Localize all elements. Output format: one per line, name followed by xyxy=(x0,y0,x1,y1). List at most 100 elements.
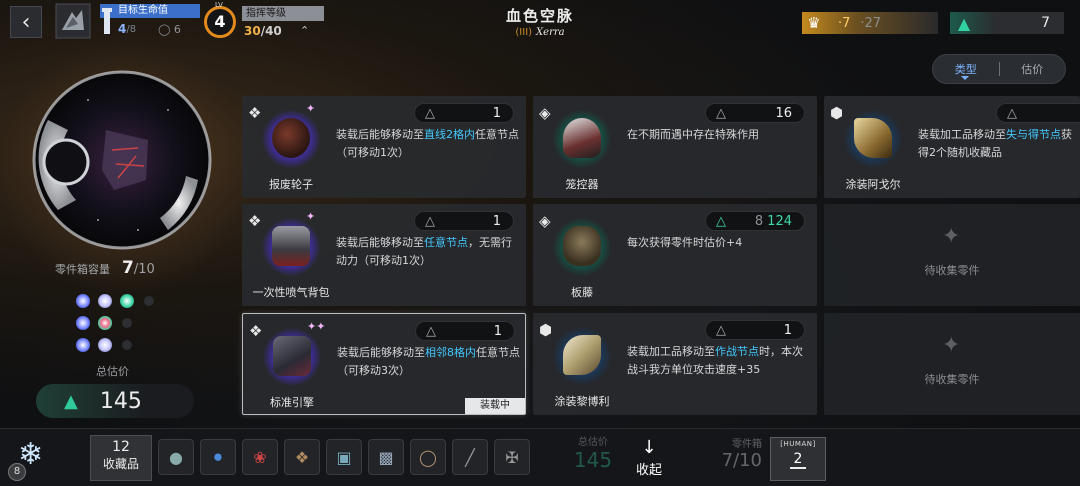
part-description: 装载后能够移动至相邻8格内任意节点（可移动3次） xyxy=(337,346,520,377)
human-count: 2 xyxy=(789,451,807,469)
spark-icon: ✦ xyxy=(306,102,316,115)
collectibles-label: 收藏品 xyxy=(102,457,139,471)
collapse-label: 收起 xyxy=(635,463,662,478)
empty-part-slot: ✦ 待收集零件 xyxy=(824,204,1080,306)
human-tag: [HUMAN] xyxy=(780,440,816,448)
sort-by-type[interactable]: 类型 xyxy=(933,61,999,80)
price-up-icon: △ xyxy=(716,213,726,229)
part-name: 板藤 xyxy=(571,286,593,299)
estimate-box: ▲ 145 xyxy=(36,384,194,418)
part-name: 标准引擎 xyxy=(270,396,314,409)
part-name: 报废轮子 xyxy=(269,178,313,191)
crystal-icon: ❖ xyxy=(249,322,263,340)
sort-by-price[interactable]: 估价 xyxy=(1000,61,1066,77)
price-icon: △ xyxy=(426,323,436,339)
collectible-device-icon[interactable]: ▣ xyxy=(326,439,362,475)
part-card[interactable]: ❖ ✦ 一次性喷气背包 △ 1 装载后能够移动至任意节点，无需行动力（可移动1次） xyxy=(242,204,526,306)
collectible-crossbow-icon[interactable]: ✠ xyxy=(494,439,530,475)
part-description: 装载加工品移动至失与得节点获得2个随机收藏品 xyxy=(918,128,1072,159)
agir-skin-image xyxy=(854,118,892,158)
slot-filled xyxy=(76,294,90,308)
slot-filled xyxy=(98,338,112,352)
bottom-bar: ❄ 8 12 收藏品 ● ⚫ ❀ ❖ ▣ ▩ ◯ ╱ ✠ 总估价 145 ↓ 收… xyxy=(0,428,1080,486)
gold-value-a: ·7 xyxy=(838,15,851,31)
slot-filled xyxy=(120,294,134,308)
standard-engine-image xyxy=(273,336,311,376)
price-icon: △ xyxy=(425,213,435,229)
scrap-wheel-image xyxy=(272,118,310,158)
collectible-flute-icon[interactable]: ╱ xyxy=(452,439,488,475)
diamond-icon: ◈ xyxy=(539,212,551,230)
jetpack-image xyxy=(272,226,310,266)
bottom-parts-box: 零件箱 7/10 xyxy=(721,439,762,471)
part-name: 涂装黎博利 xyxy=(554,395,610,408)
collectible-bow-icon[interactable]: ❖ xyxy=(284,439,320,475)
slot-filled xyxy=(76,316,90,330)
capacity-slots xyxy=(70,290,160,356)
slot-empty xyxy=(144,296,154,306)
estimate-label: 总估价 xyxy=(96,365,129,378)
part-description: 在不期而遇中存在特殊作用 xyxy=(627,128,759,141)
empty-part-slot: ✦ 待收集零件 xyxy=(824,313,1080,415)
price-icon: △ xyxy=(425,105,435,121)
placeholder-part-icon: ✦ xyxy=(942,224,961,249)
heart-device-image xyxy=(32,70,212,250)
part-card-selected[interactable]: ❖ ✦✦ 标准引擎 △ 1 装载后能够移动至相邻8格内任意节点（可移动3次） 装载… xyxy=(242,313,526,415)
part-description: 装载加工品移动至作战节点时，本次战斗我方单位攻击速度+35 xyxy=(627,345,803,376)
part-description: 装载后能够移动至直线2格内任意节点（可移动1次） xyxy=(336,128,519,159)
slot-filled xyxy=(98,294,112,308)
crystal-icon: ❖ xyxy=(248,104,262,122)
spark-icon: ✦✦ xyxy=(307,320,326,333)
cube-icon: ⬢ xyxy=(830,104,844,122)
green-value: 7 xyxy=(1041,15,1050,31)
part-price: △ 1 xyxy=(414,211,514,231)
part-card[interactable]: ⬢ 涂装阿戈尔 △ 装载加工品移动至失与得节点获得2个随机收藏品 xyxy=(824,96,1080,198)
collectible-dark-orb-icon[interactable]: ● xyxy=(158,439,194,475)
part-card[interactable]: ◈ 笼控器 △ 16 在不期而遇中存在特殊作用 xyxy=(533,96,817,198)
green-resource[interactable]: ▲ 7 xyxy=(950,12,1064,34)
slot-empty xyxy=(122,318,132,328)
arrow-down-icon: ↓ xyxy=(641,437,657,458)
collapse-button[interactable]: ↓ 收起 xyxy=(632,437,666,479)
part-price: △ 16 xyxy=(705,103,805,123)
bottom-estimate: 总估价 145 xyxy=(573,437,613,472)
board-vine-image xyxy=(563,226,601,266)
collectible-thumbnails: ● ⚫ ❀ ❖ ▣ ▩ ◯ ╱ ✠ xyxy=(158,439,530,475)
part-price: △ 1 xyxy=(705,320,805,340)
part-description: 每次获得零件时估价+4 xyxy=(627,236,743,249)
part-card[interactable]: ⬢ 涂装黎博利 △ 1 装载加工品移动至作战节点时，本次战斗我方单位攻击速度+35 xyxy=(533,313,817,415)
part-name: 笼控器 xyxy=(565,178,599,191)
cage-controller-image xyxy=(563,118,601,158)
gold-value-b: ·27 xyxy=(860,15,882,31)
spark-icon: ✦ xyxy=(306,210,316,223)
estimate-value: 145 xyxy=(99,388,142,414)
part-card[interactable]: ❖ ✦ 报废轮子 △ 1 装载后能够移动至直线2格内任意节点（可移动1次） xyxy=(242,96,526,198)
collectible-red-gem-icon[interactable]: ❀ xyxy=(242,439,278,475)
part-price: △ 1 xyxy=(415,321,515,341)
gold-resource[interactable]: ♛ ·7 ·27 xyxy=(802,12,938,34)
green-triangle-icon: ▲ xyxy=(957,13,971,33)
collectible-rope-icon[interactable]: ◯ xyxy=(410,439,446,475)
placeholder-part-icon: ✦ xyxy=(942,333,961,358)
gold-emblem-icon: ♛ xyxy=(807,14,821,32)
collectible-blue-jar-icon[interactable]: ⚫ xyxy=(200,439,236,475)
slot-empty xyxy=(122,340,132,350)
human-resource-button[interactable]: [HUMAN] 2 xyxy=(770,437,826,481)
part-price: △ 8 124 xyxy=(705,211,805,231)
empty-slot-text: 待收集零件 xyxy=(924,373,980,386)
collectibles-button[interactable]: 12 收藏品 xyxy=(90,435,152,481)
level-badge: 8 xyxy=(8,463,26,481)
sort-toggle: 类型 估价 xyxy=(932,54,1066,84)
estimate-triangle-icon: ▲ xyxy=(64,390,78,412)
cube-icon: ⬢ xyxy=(539,321,553,339)
slot-filled xyxy=(76,338,90,352)
part-name: 涂装阿戈尔 xyxy=(845,178,901,191)
collectible-card-icon[interactable]: ▩ xyxy=(368,439,404,475)
crystal-icon: ❖ xyxy=(248,212,262,230)
equipped-badge: 装载中 xyxy=(465,398,525,414)
price-icon: △ xyxy=(716,105,726,121)
diamond-icon: ◈ xyxy=(539,104,551,122)
price-icon: △ xyxy=(1007,105,1017,121)
part-price: △ xyxy=(996,103,1080,123)
part-card[interactable]: ◈ 板藤 △ 8 124 每次获得零件时估价+4 xyxy=(533,204,817,306)
